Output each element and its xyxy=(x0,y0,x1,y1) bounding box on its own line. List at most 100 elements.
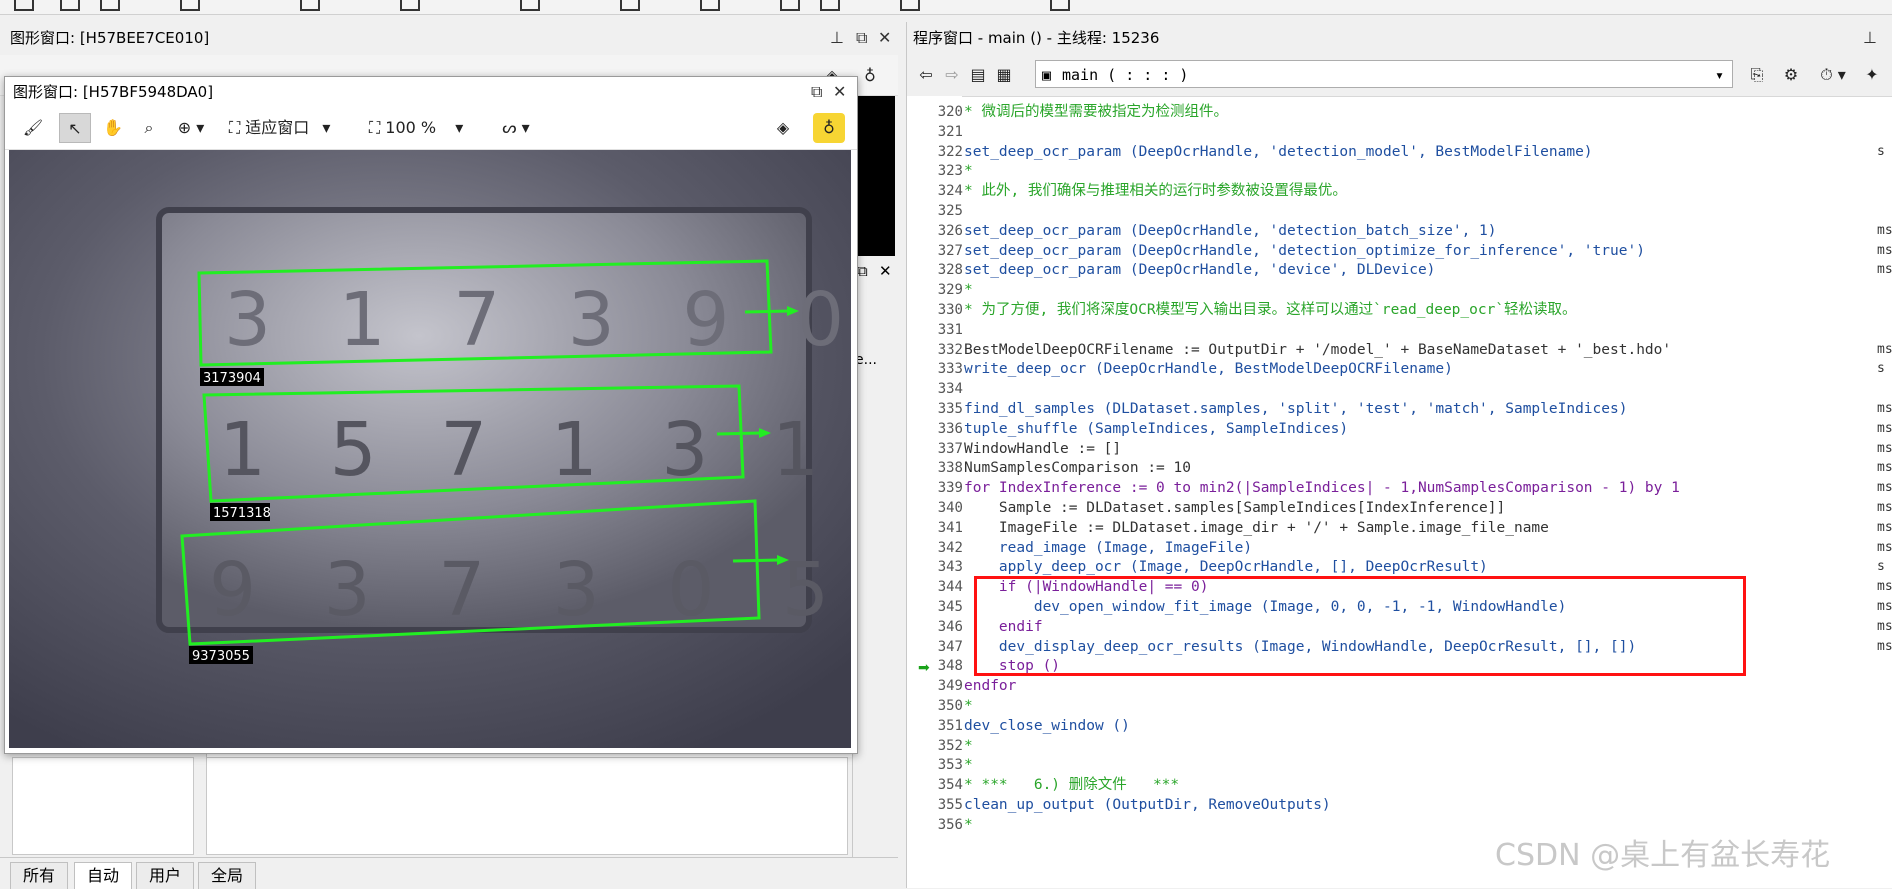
runtime-marker: ms xyxy=(1877,519,1892,535)
procedure-select[interactable]: ▣ main ( : : : ) ▾ xyxy=(1035,60,1733,88)
line-number: 342 xyxy=(937,539,963,556)
procedure-icon: ▣ xyxy=(1042,66,1052,84)
zoom-icon: ⛶ xyxy=(369,118,381,137)
magnify-icon[interactable]: ⌕ xyxy=(135,113,163,143)
code-text: * *** 6.) 删除文件 *** xyxy=(964,777,1180,794)
close-icon[interactable]: ✕ xyxy=(833,77,846,107)
code-text: WindowHandle := [] xyxy=(964,440,1122,457)
line-number: 355 xyxy=(937,797,963,813)
graphics-window-front: 图形窗口: [H57BF5948DA0] ⧉ ✕ 🖌 ↖ ✋ ⌕ ⊕ ▾ ⛶ 适… xyxy=(4,76,858,754)
code-text: * xyxy=(964,757,973,774)
code-text: Sample := DLDataset.samples[SampleIndice… xyxy=(964,500,1506,516)
code-text: * xyxy=(964,163,973,180)
procedure-tool-icon[interactable]: ⚙ xyxy=(1779,60,1803,90)
line-number: 323 xyxy=(937,163,963,180)
splitter[interactable] xyxy=(898,22,906,888)
zoom-value: 100 % xyxy=(385,118,437,137)
side-text: e... xyxy=(855,352,877,368)
line-number: 346 xyxy=(937,618,963,635)
line-number: 344 xyxy=(937,579,963,596)
line-number: 338 xyxy=(937,460,963,477)
code-text: set_deep_ocr_param (DeepOcrHandle, 'devi… xyxy=(964,262,1436,279)
float-icon[interactable]: ⧉ xyxy=(857,262,868,280)
breakpoint-icon[interactable]: ✦ xyxy=(1859,60,1885,90)
draw-style-icon[interactable]: ᔕ ▾ xyxy=(493,113,539,143)
close-icon[interactable]: ✕ xyxy=(879,262,892,280)
program-window: 程序窗口 - main () - 主线程: 15236 ⊥ ⇦ ⇨ ▤ ▦ ▣ … xyxy=(906,22,1892,888)
float-icon[interactable]: ⧉ xyxy=(811,77,822,107)
zoom-dropdown[interactable]: ⛶ 100 % ▾ xyxy=(369,113,479,143)
pointer-icon[interactable]: ↖ xyxy=(59,113,91,143)
toolbar-icon[interactable] xyxy=(300,0,320,11)
clear-brush-icon[interactable]: 🖌 xyxy=(19,113,47,143)
tab-user[interactable]: 用户 xyxy=(136,862,195,889)
tab-all[interactable]: 所有 xyxy=(10,862,69,889)
toolbar-icon[interactable] xyxy=(900,0,920,11)
line-number: 347 xyxy=(937,638,963,655)
graphics-canvas[interactable]: 3 1 7 3 9 0 4 1 5 7 1 3 1 8 9 3 7 3 0 5 … xyxy=(9,150,851,748)
toolbar-icon[interactable] xyxy=(100,0,120,11)
plate-digits: 3 1 7 3 9 0 4 xyxy=(224,277,851,363)
code-text: * 微调后的模型需要被指定为检测组件。 xyxy=(964,104,1228,120)
runtime-marker: ms xyxy=(1877,579,1892,595)
watermark: CSDN @桌上有盆长寿花 xyxy=(1495,838,1831,873)
back-icon[interactable]: ⇦ xyxy=(915,60,937,90)
line-number: 326 xyxy=(937,222,963,239)
program-window-toolbar: ⇦ ⇨ ▤ ▦ ▣ main ( : : : ) ▾ ⎘ ⚙ ⏱ ▾ ✦ xyxy=(907,54,1892,97)
bulb-icon[interactable]: ♁ xyxy=(856,61,884,91)
line-number: 330 xyxy=(937,302,963,318)
toolbar-icon[interactable] xyxy=(820,0,840,11)
toolbar-icon[interactable] xyxy=(700,0,720,11)
line-number: 335 xyxy=(937,401,963,417)
bulb-icon[interactable]: ♁ xyxy=(813,113,845,143)
toolbar-icon[interactable] xyxy=(14,0,34,11)
toolbar-icon[interactable] xyxy=(400,0,420,11)
tab-global[interactable]: 全局 xyxy=(198,862,257,889)
line-number: 340 xyxy=(937,500,963,516)
forward-icon[interactable]: ⇨ xyxy=(941,60,963,90)
line-number: 349 xyxy=(937,678,963,695)
zoom-in-icon[interactable]: ⊕ ▾ xyxy=(171,113,211,143)
procedure-edit-icon[interactable]: ⎘ xyxy=(1745,60,1769,90)
graphics-window-back-title: 图形窗口: [H57BEE7CE010] xyxy=(0,22,898,54)
toolbar-icon[interactable] xyxy=(620,0,640,11)
runtime-marker: ms xyxy=(1877,440,1892,456)
line-number: 353 xyxy=(937,757,963,774)
toolbar-icon[interactable] xyxy=(180,0,200,11)
tab-auto[interactable]: 自动 xyxy=(74,862,133,889)
control-variables-panel xyxy=(206,757,848,855)
close-icon[interactable]: ✕ xyxy=(878,22,891,54)
line-number: 328 xyxy=(937,262,963,279)
runtime-marker: ms xyxy=(1877,460,1892,476)
grid-icon[interactable]: ▦ xyxy=(993,60,1015,90)
clipboard-icon[interactable]: ▤ xyxy=(967,60,989,90)
toolbar-icon[interactable] xyxy=(1050,0,1070,11)
highlight-box xyxy=(974,576,1746,676)
line-number: 320 xyxy=(937,104,963,120)
toolbar-icon[interactable] xyxy=(780,0,800,11)
code-text: for IndexInference := 0 to min2(|SampleI… xyxy=(964,480,1680,497)
line-number: 331 xyxy=(937,321,963,338)
code-text: set_deep_ocr_param (DeepOcrHandle, 'dete… xyxy=(964,222,1497,239)
hand-icon[interactable]: ✋ xyxy=(99,113,127,143)
pin-icon[interactable]: ⊥ xyxy=(1863,22,1877,54)
runtime-marker: s xyxy=(1877,361,1885,377)
ocr-label: 9373055 xyxy=(192,649,250,664)
variable-tabs: 所有 自动 用户 全局 xyxy=(0,857,898,889)
line-number: 322 xyxy=(937,143,963,160)
toolbar-icon[interactable] xyxy=(520,0,540,11)
layers-icon[interactable]: ◈ xyxy=(769,113,797,143)
line-number: 351 xyxy=(937,717,963,734)
float-icon[interactable]: ⧉ xyxy=(856,22,867,54)
timer-icon[interactable]: ⏱ ▾ xyxy=(1813,60,1853,90)
line-number: 341 xyxy=(937,519,963,536)
line-number: 350 xyxy=(937,698,963,714)
line-number: 324 xyxy=(937,183,963,200)
toolbar-icon[interactable] xyxy=(60,0,80,11)
code-editor[interactable]: 320 * 微调后的模型需要被指定为检测组件。 321 322 set_deep_ocr… xyxy=(907,96,1892,888)
fit-window-dropdown[interactable]: ⛶ 适应窗口 ▾ xyxy=(229,113,367,143)
code-text: * xyxy=(964,816,973,833)
pin-icon[interactable]: ⊥ xyxy=(830,22,844,54)
program-window-title: 程序窗口 - main () - 主线程: 15236 xyxy=(907,22,1892,54)
graphics-window-front-title: 图形窗口: [H57BF5948DA0] xyxy=(5,77,857,107)
